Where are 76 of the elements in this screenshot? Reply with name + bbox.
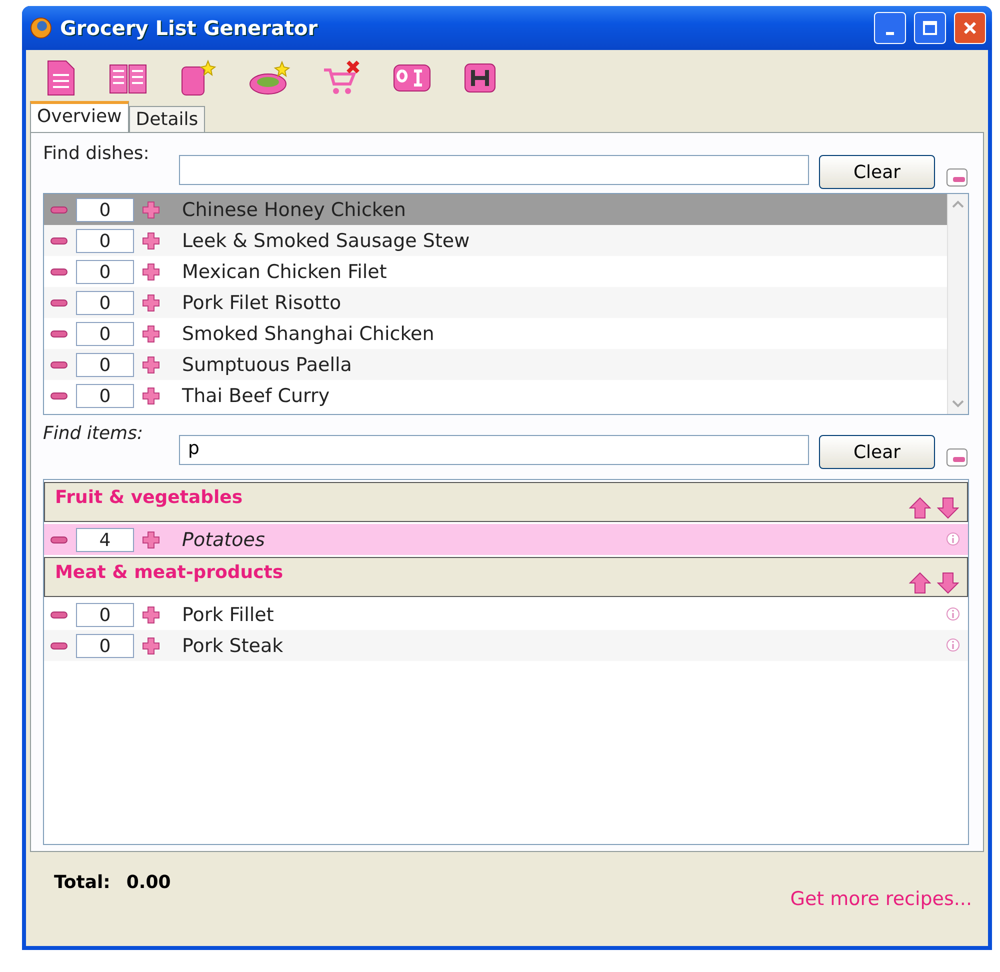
category-title: Meat & meat-products (55, 562, 284, 583)
plus-icon[interactable] (142, 294, 160, 312)
quantity-field[interactable]: 0 (76, 634, 134, 658)
quantity-field[interactable]: 0 (76, 322, 134, 346)
row-label: Pork Steak (182, 634, 284, 656)
window-title: Grocery List Generator (60, 16, 319, 40)
cart-remove-icon[interactable] (322, 60, 362, 96)
plus-icon[interactable] (142, 386, 160, 404)
row-label: Potatoes (182, 528, 266, 550)
list-row[interactable]: 0 Thai Beef Curry (44, 380, 947, 411)
maximize-button[interactable] (914, 12, 946, 44)
total-value: 0.00 (126, 872, 172, 893)
row-label: Sumptuous Paella (182, 354, 353, 376)
info-icon[interactable] (946, 638, 960, 652)
plus-icon[interactable] (142, 232, 160, 250)
field-label: Find dishes: (43, 143, 150, 164)
row-label: Smoked Shanghai Chicken (182, 322, 436, 344)
minimize-button[interactable] (874, 12, 906, 44)
category-title: Fruit & vegetables (55, 487, 243, 508)
list-row[interactable]: 0 Pork Fillet (44, 599, 968, 630)
minus-icon[interactable] (50, 390, 68, 400)
minus-icon[interactable] (50, 266, 68, 276)
field-label: Find items: (43, 423, 144, 444)
minus-icon[interactable] (50, 534, 68, 544)
clear-button[interactable]: Clear (819, 155, 935, 189)
list-row[interactable]: 0 Pork Steak (44, 630, 968, 661)
quantity-field[interactable]: 0 (76, 384, 134, 408)
tab[interactable]: Overview (30, 101, 129, 132)
minus-icon[interactable] (50, 360, 68, 370)
row-label: Leek & Smoked Sausage Stew (182, 230, 471, 252)
down-arrow-icon[interactable] (937, 497, 959, 519)
minus-icon[interactable] (50, 298, 68, 308)
row-label: Mexican Chicken Filet (182, 260, 388, 282)
row-label: Pork Filet Risotto (182, 292, 342, 314)
info-icon[interactable] (946, 606, 960, 620)
dish-search-field[interactable] (179, 155, 809, 185)
minus-icon[interactable] (50, 236, 68, 246)
list-row[interactable]: 0 Chinese Honey Chicken (44, 194, 947, 225)
tab[interactable]: Details (128, 106, 206, 132)
clear-button[interactable]: Clear (819, 435, 935, 469)
list-row[interactable]: 0 Leek & Smoked Sausage Stew (44, 225, 947, 256)
list-row[interactable]: 4 Potatoes (44, 524, 968, 555)
list-row[interactable]: 0 Smoked Shanghai Chicken (44, 318, 947, 349)
quantity-field[interactable]: 0 (76, 602, 134, 626)
quantity-field[interactable]: 0 (76, 260, 134, 284)
plus-icon[interactable] (142, 356, 160, 374)
info-icon[interactable] (946, 532, 960, 546)
plus-icon[interactable] (142, 530, 160, 548)
down-arrow-icon[interactable] (937, 572, 959, 594)
up-arrow-icon[interactable] (909, 497, 931, 519)
list-row[interactable]: 0 Pork Filet Risotto (44, 287, 947, 318)
up-arrow-icon[interactable] (909, 572, 931, 594)
close-icon (962, 20, 978, 36)
plus-icon[interactable] (142, 636, 160, 654)
new-dish-icon[interactable] (248, 60, 292, 96)
quantity-field[interactable]: 0 (76, 290, 134, 314)
quantity-field[interactable]: 0 (76, 198, 134, 222)
quantity-field[interactable]: 0 (76, 352, 134, 376)
minimize-icon (886, 32, 894, 34)
row-label: Thai Beef Curry (182, 384, 331, 406)
minus-icon[interactable] (50, 328, 68, 338)
plus-icon[interactable] (142, 606, 160, 624)
minus-icon[interactable] (50, 640, 68, 650)
list-row[interactable]: 0 Mexican Chicken Filet (44, 256, 947, 287)
quantity-field[interactable]: 4 (76, 528, 134, 552)
minus-icon[interactable] (50, 610, 68, 620)
list-row[interactable]: 0 Sumptuous Paella (44, 349, 947, 380)
maximize-icon (922, 20, 938, 36)
close-button[interactable] (954, 12, 986, 44)
row-label: Pork Fillet (182, 604, 275, 626)
total-label: Total: (54, 872, 110, 893)
row-label: Chinese Honey Chicken (182, 198, 407, 220)
item-search-field[interactable]: p (179, 435, 809, 465)
quantity-field[interactable]: 0 (76, 228, 134, 252)
plus-icon[interactable] (142, 324, 160, 342)
plus-icon[interactable] (142, 262, 160, 280)
